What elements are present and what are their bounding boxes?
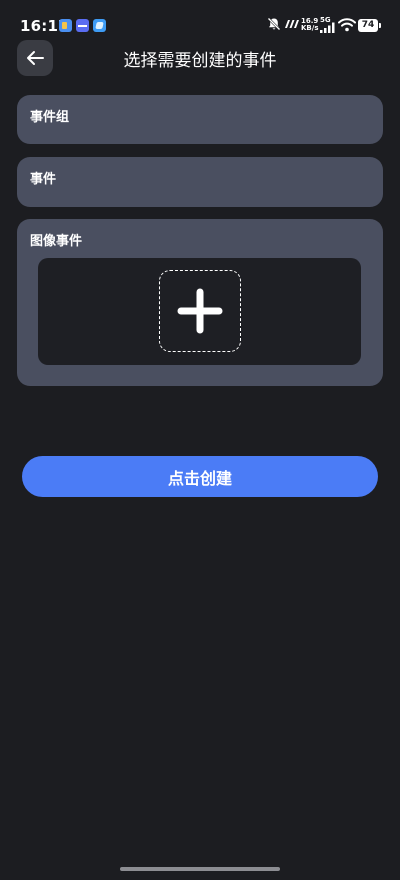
app-notification-icon — [76, 19, 89, 32]
wifi-icon — [338, 18, 356, 32]
event-group-field[interactable]: 事件组 — [17, 95, 383, 144]
image-drop-area — [38, 258, 361, 365]
add-image-button[interactable] — [159, 270, 241, 352]
hd-icon — [285, 20, 299, 28]
screen: 16:17 16.9 KB/s 5G 74 选择需要创建的事件 事件组 事件 图… — [0, 0, 400, 880]
image-event-card: 图像事件 — [17, 219, 383, 386]
status-bar: 16:17 16.9 KB/s 5G 74 — [0, 0, 400, 40]
signal-icon — [320, 22, 335, 33]
page-title: 选择需要创建的事件 — [123, 51, 277, 71]
network-speed-unit: KB/s — [301, 24, 319, 32]
image-event-label: 图像事件 — [30, 234, 83, 249]
network-speed: 16.9 KB/s — [301, 18, 319, 32]
event-group-label: 事件组 — [30, 110, 70, 125]
app-notification-icon — [59, 19, 72, 32]
event-label: 事件 — [30, 172, 57, 187]
app-notification-icon — [93, 19, 106, 32]
battery-icon: 74 — [358, 19, 381, 32]
home-indicator[interactable] — [120, 867, 280, 871]
create-button[interactable]: 点击创建 — [22, 456, 378, 497]
bell-off-icon — [267, 17, 281, 31]
plus-icon — [177, 288, 223, 334]
event-field[interactable]: 事件 — [17, 157, 383, 207]
